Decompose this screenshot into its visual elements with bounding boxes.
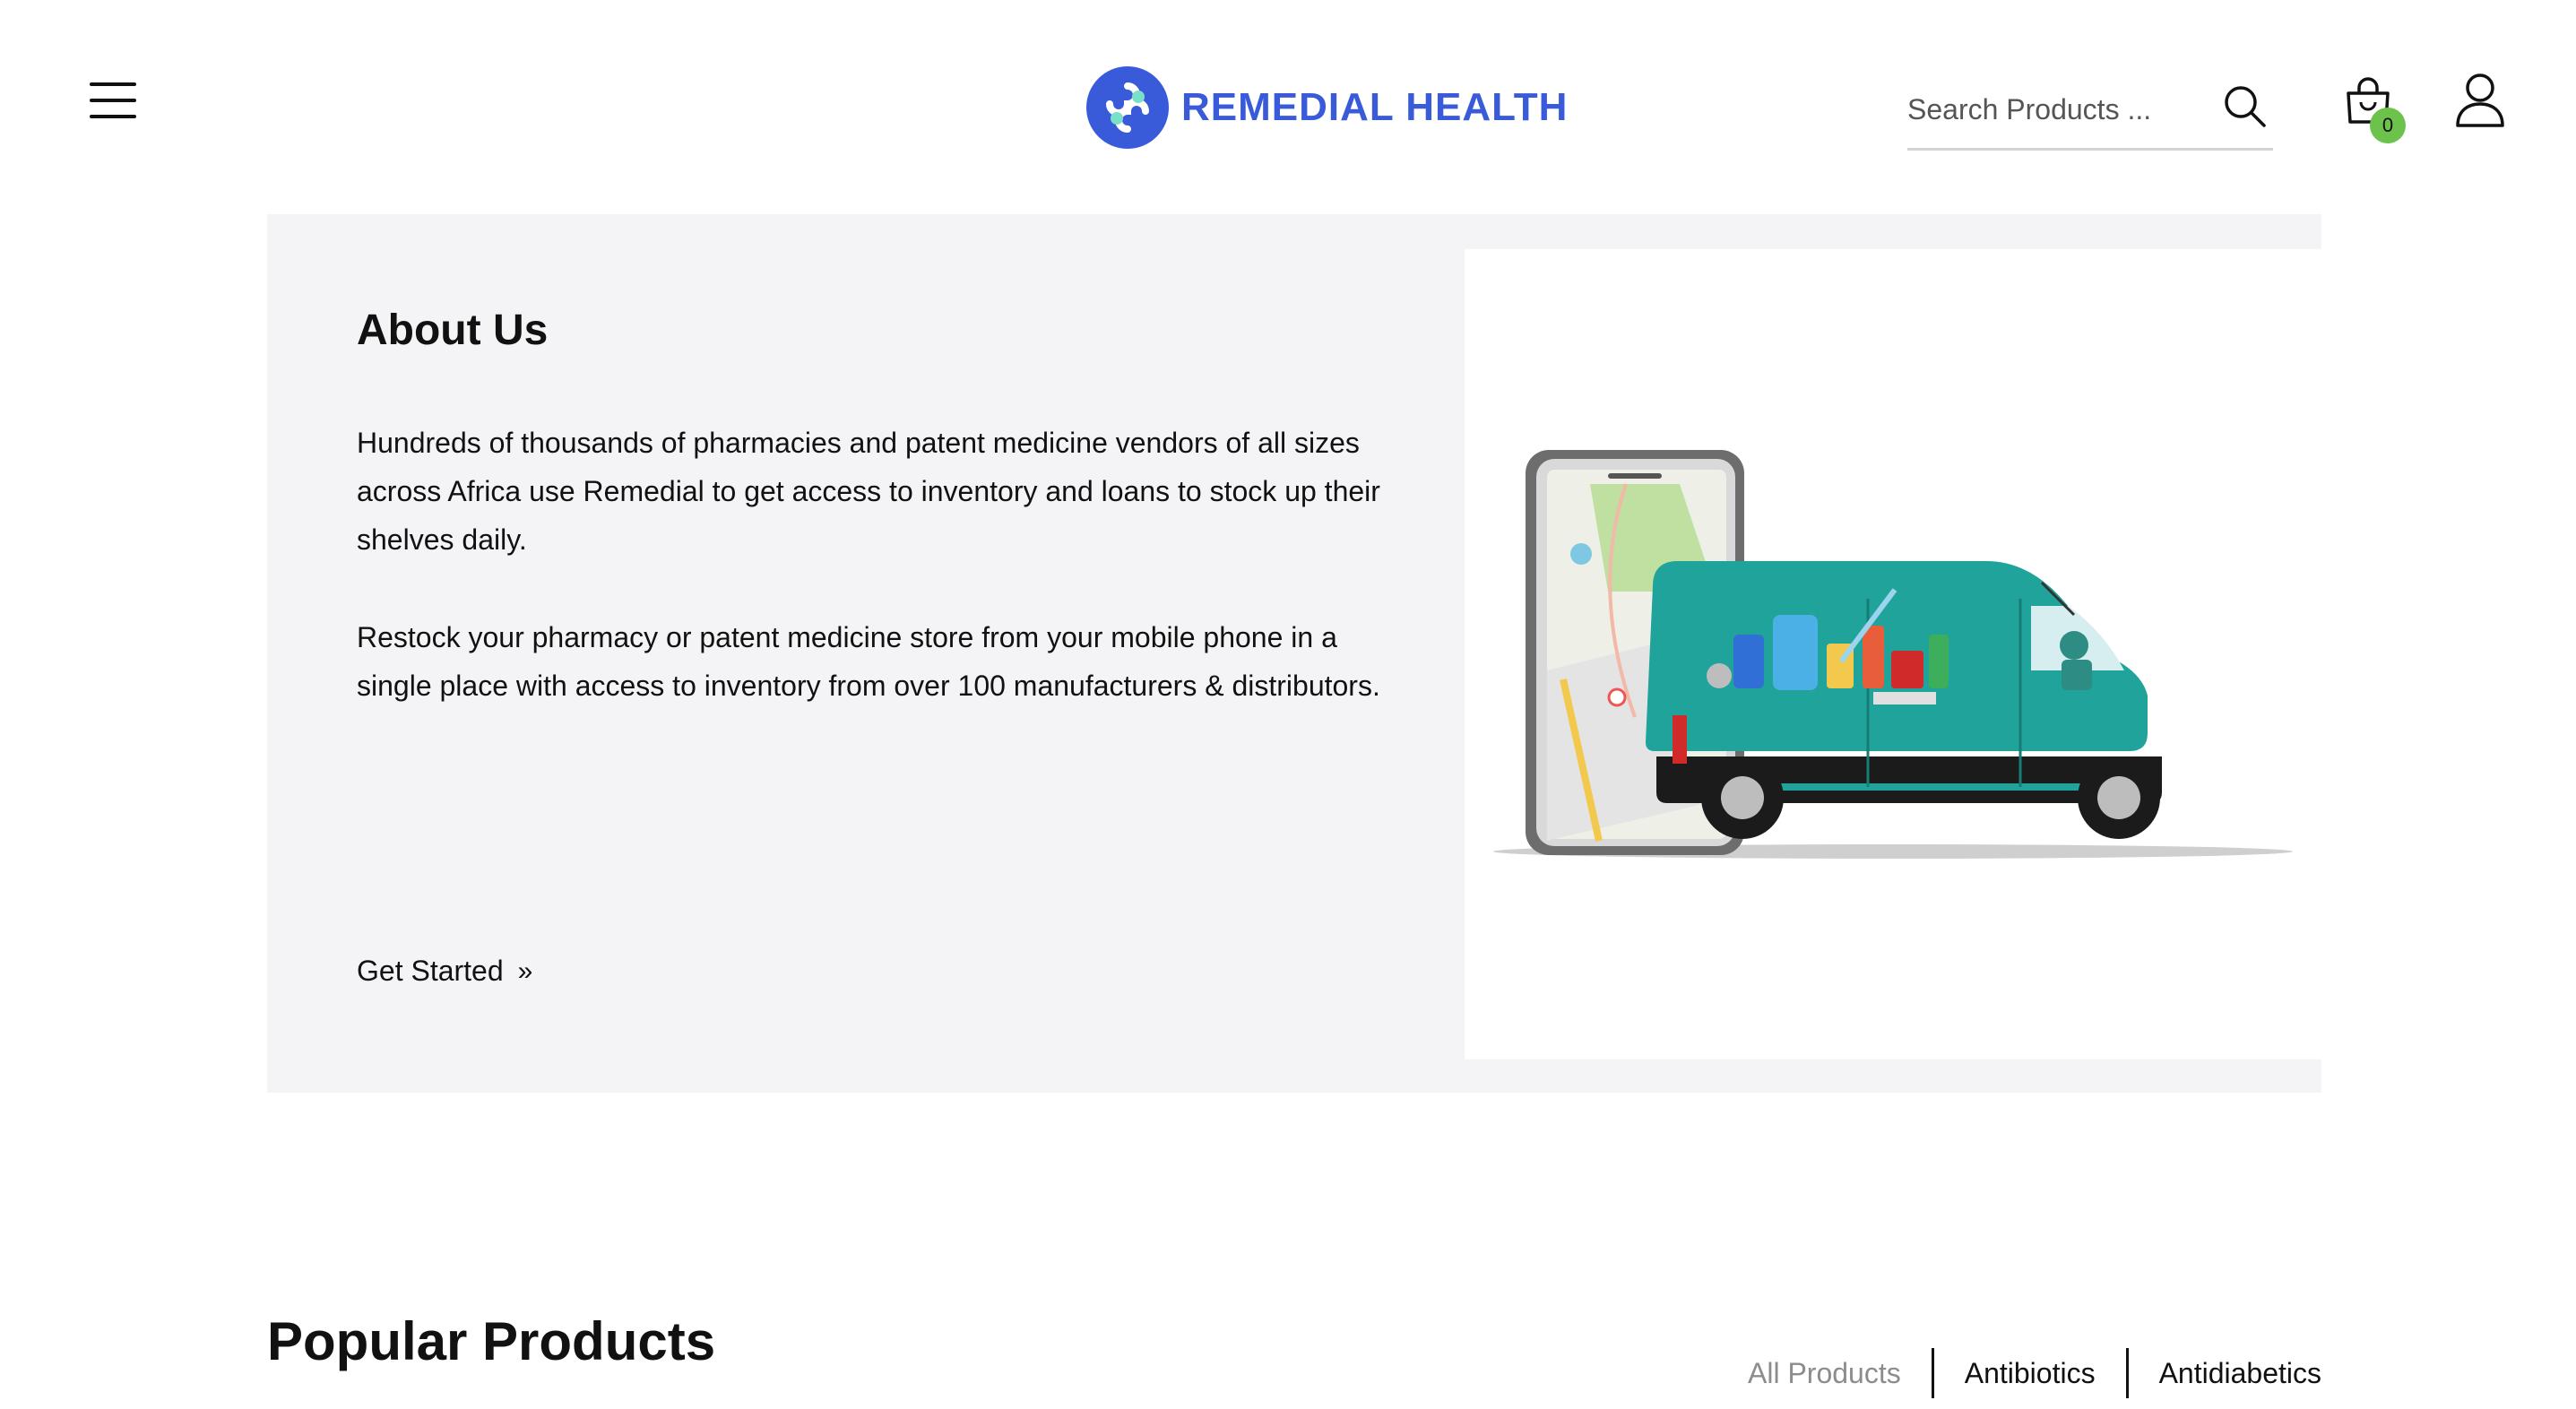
- tab-all-products[interactable]: All Products: [1717, 1357, 1932, 1390]
- page: REMEDIAL HEALTH 0 About Us Hundreds of t…: [0, 0, 2576, 1409]
- delivery-van-illustration: [1465, 249, 2321, 1059]
- about-section: About Us Hundreds of thousands of pharma…: [267, 214, 2321, 1093]
- cart-count-badge: 0: [2370, 108, 2406, 143]
- tab-antidiabetics[interactable]: Antidiabetics: [2129, 1357, 2321, 1390]
- logo-text: REMEDIAL HEALTH: [1181, 85, 1569, 129]
- logo[interactable]: REMEDIAL HEALTH: [1085, 65, 1568, 151]
- cart-button[interactable]: 0: [2343, 75, 2406, 143]
- logo-icon: [1086, 66, 1169, 149]
- popular-products-title: Popular Products: [267, 1311, 716, 1371]
- about-paragraph-2: Restock your pharmacy or patent medicine…: [357, 621, 1380, 702]
- menu-icon[interactable]: [90, 82, 136, 118]
- chevron-double-right-icon: »: [517, 955, 533, 986]
- get-started-link[interactable]: Get Started »: [357, 955, 532, 988]
- product-filter-tabs: All Products Antibiotics Antidiabetics: [1717, 1348, 2321, 1398]
- about-paragraph-1: Hundreds of thousands of pharmacies and …: [357, 427, 1380, 556]
- van-phone-image: [1493, 450, 2293, 859]
- search-input[interactable]: [1907, 84, 2203, 134]
- search-icon[interactable]: [2219, 81, 2269, 131]
- about-title: About Us: [357, 307, 549, 354]
- get-started-label: Get Started: [357, 955, 504, 987]
- user-icon[interactable]: [2454, 72, 2506, 129]
- search-bar: [1907, 72, 2273, 151]
- tab-antibiotics[interactable]: Antibiotics: [1934, 1357, 2126, 1390]
